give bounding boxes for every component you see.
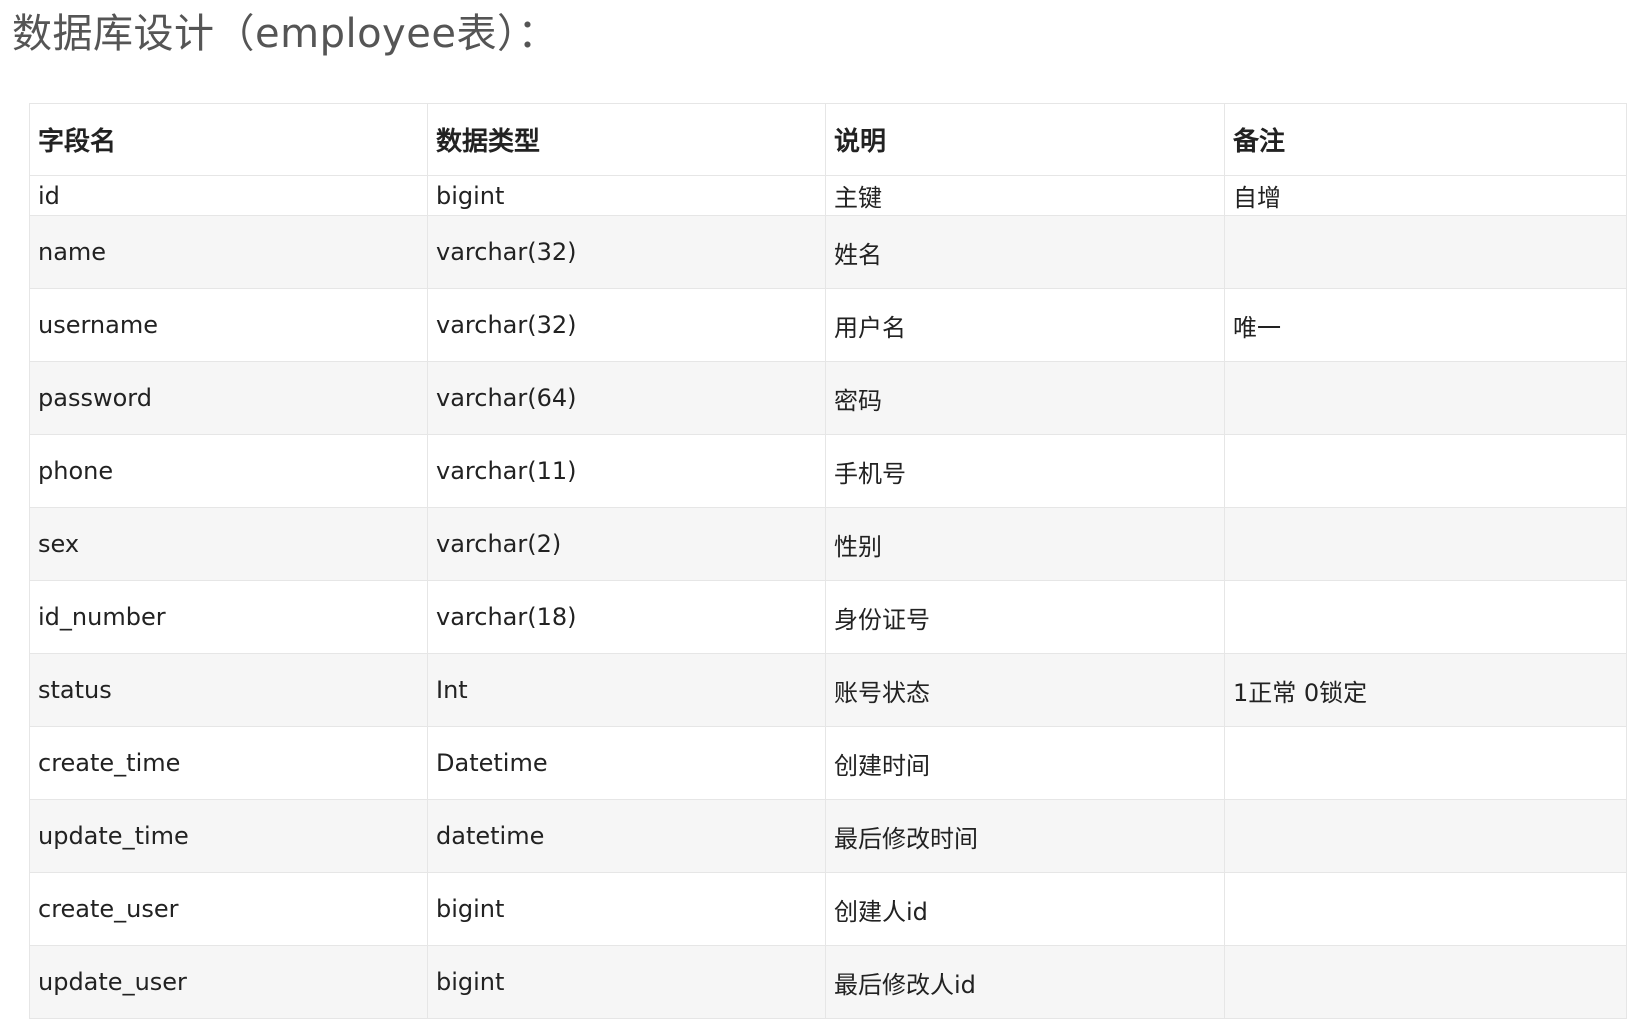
table-body: id bigint 主键 自增 name varchar(32) 姓名 username var… — [29, 175, 1627, 1019]
header-description: 说明 — [825, 103, 1225, 176]
employee-table-container: 字段名 数据类型 说明 备注 id bigint 主键 自增 name varchar(3… — [29, 103, 1627, 1019]
table-row: username varchar(32) 用户名 唯一 — [29, 288, 1627, 362]
cell-remark — [1224, 726, 1627, 800]
cell-data-type: varchar(32) — [427, 215, 826, 289]
cell-description: 姓名 — [825, 215, 1225, 289]
cell-description: 性别 — [825, 507, 1225, 581]
cell-field-name: create_user — [29, 872, 428, 946]
cell-remark — [1224, 434, 1627, 508]
table-header: 字段名 数据类型 说明 备注 — [29, 103, 1627, 176]
table-row: id_number varchar(18) 身份证号 — [29, 580, 1627, 654]
cell-field-name: username — [29, 288, 428, 362]
cell-field-name: status — [29, 653, 428, 727]
cell-description: 密码 — [825, 361, 1225, 435]
cell-remark: 1正常 0锁定 — [1224, 653, 1627, 727]
table-row: password varchar(64) 密码 — [29, 361, 1627, 435]
cell-data-type: bigint — [427, 872, 826, 946]
cell-remark — [1224, 799, 1627, 873]
cell-data-type: datetime — [427, 799, 826, 873]
cell-description: 身份证号 — [825, 580, 1225, 654]
cell-description: 账号状态 — [825, 653, 1225, 727]
header-data-type: 数据类型 — [427, 103, 826, 176]
cell-field-name: sex — [29, 507, 428, 581]
cell-data-type: varchar(32) — [427, 288, 826, 362]
cell-remark — [1224, 215, 1627, 289]
cell-field-name: id — [29, 175, 428, 216]
cell-field-name: update_user — [29, 945, 428, 1019]
cell-description: 创建时间 — [825, 726, 1225, 800]
cell-remark — [1224, 507, 1627, 581]
cell-field-name: id_number — [29, 580, 428, 654]
table-row: sex varchar(2) 性别 — [29, 507, 1627, 581]
page-title: 数据库设计（employee表）： — [12, 11, 558, 57]
cell-field-name: name — [29, 215, 428, 289]
table-row: create_time Datetime 创建时间 — [29, 726, 1627, 800]
cell-data-type: varchar(64) — [427, 361, 826, 435]
cell-remark: 唯一 — [1224, 288, 1627, 362]
cell-field-name: phone — [29, 434, 428, 508]
cell-remark — [1224, 945, 1627, 1019]
table-row: id bigint 主键 自增 — [29, 175, 1627, 216]
employee-table: 字段名 数据类型 说明 备注 id bigint 主键 自增 name varchar(3… — [29, 103, 1627, 1019]
table-row: phone varchar(11) 手机号 — [29, 434, 1627, 508]
cell-remark — [1224, 361, 1627, 435]
cell-data-type: bigint — [427, 175, 826, 216]
cell-remark — [1224, 872, 1627, 946]
cell-description: 手机号 — [825, 434, 1225, 508]
cell-data-type: bigint — [427, 945, 826, 1019]
cell-data-type: Datetime — [427, 726, 826, 800]
cell-description: 创建人id — [825, 872, 1225, 946]
cell-field-name: update_time — [29, 799, 428, 873]
table-row: status Int 账号状态 1正常 0锁定 — [29, 653, 1627, 727]
table-row: update_time datetime 最后修改时间 — [29, 799, 1627, 873]
table-row: update_user bigint 最后修改人id — [29, 945, 1627, 1019]
cell-description: 最后修改人id — [825, 945, 1225, 1019]
header-row: 字段名 数据类型 说明 备注 — [29, 103, 1627, 176]
cell-field-name: create_time — [29, 726, 428, 800]
header-field-name: 字段名 — [29, 103, 428, 176]
cell-data-type: Int — [427, 653, 826, 727]
cell-remark — [1224, 580, 1627, 654]
cell-description: 用户名 — [825, 288, 1225, 362]
cell-field-name: password — [29, 361, 428, 435]
table-row: create_user bigint 创建人id — [29, 872, 1627, 946]
cell-description: 最后修改时间 — [825, 799, 1225, 873]
cell-data-type: varchar(18) — [427, 580, 826, 654]
table-row: name varchar(32) 姓名 — [29, 215, 1627, 289]
cell-description: 主键 — [825, 175, 1225, 216]
cell-data-type: varchar(11) — [427, 434, 826, 508]
header-remark: 备注 — [1224, 103, 1627, 176]
cell-data-type: varchar(2) — [427, 507, 826, 581]
cell-remark: 自增 — [1224, 175, 1627, 216]
